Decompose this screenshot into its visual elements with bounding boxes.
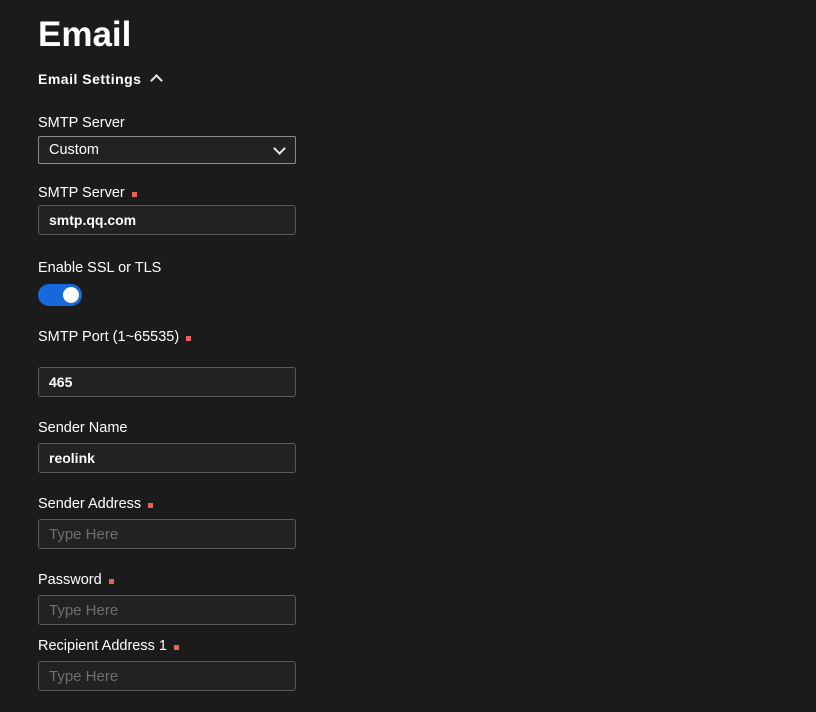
required-marker [108,578,114,584]
label-text: Password [38,572,102,588]
section-header-label: Email Settings [38,71,142,87]
field-enable-ssl-label: Enable SSL or TLS [38,259,161,277]
smtp-port-input[interactable] [38,367,296,397]
toggle-knob [63,287,79,303]
label-text: SMTP Server [38,185,125,201]
sender-name-wrap [38,443,296,473]
recipient-address-1-input[interactable] [38,661,296,691]
smtp-port-wrap [38,367,296,397]
sender-address-input[interactable] [38,519,296,549]
field-label: SMTP Port (1~65535) [38,328,192,346]
field-label: Sender Address [38,495,154,513]
email-settings-page: Email Email Settings SMTP Server Custom … [0,0,816,712]
required-marker [148,502,154,508]
label-text: SMTP Server [38,115,125,131]
label-text: Sender Name [38,420,128,436]
password-wrap [38,595,296,625]
sender-name-input[interactable] [38,443,296,473]
field-smtp-port-label: SMTP Port (1~65535) [38,328,192,346]
field-smtp-server-select: SMTP Server [38,114,125,132]
enable-ssl-toggle-wrap [38,284,82,306]
page-title: Email [38,15,132,54]
field-label: SMTP Server [38,184,137,202]
field-label: Enable SSL or TLS [38,259,161,277]
field-recipient-address-1-label: Recipient Address 1 [38,637,179,655]
field-sender-address-label: Sender Address [38,495,154,513]
enable-ssl-toggle[interactable] [38,284,82,306]
label-text: Enable SSL or TLS [38,260,162,276]
sender-address-wrap [38,519,296,549]
password-input[interactable] [38,595,296,625]
smtp-server-input[interactable] [38,205,296,235]
field-sender-name-label: Sender Name [38,419,127,437]
field-password-label: Password [38,571,114,589]
smtp-server-select-wrap: Custom [38,136,296,164]
label-text: SMTP Port (1~65535) [38,329,180,345]
recipient-address-1-wrap [38,661,296,691]
field-label: Password [38,571,114,589]
field-label: Sender Name [38,419,127,437]
section-header-email-settings[interactable]: Email Settings [38,70,163,88]
required-marker [186,335,192,341]
chevron-up-icon[interactable] [151,73,163,85]
smtp-server-select[interactable]: Custom [38,136,296,164]
field-label: Recipient Address 1 [38,637,179,655]
required-marker [173,644,179,650]
smtp-server-host-wrap [38,205,296,235]
field-label: SMTP Server [38,114,125,132]
required-marker [131,191,137,197]
label-text: Recipient Address 1 [38,638,167,654]
label-text: Sender Address [38,496,142,512]
field-smtp-server-host-label: SMTP Server [38,184,137,202]
